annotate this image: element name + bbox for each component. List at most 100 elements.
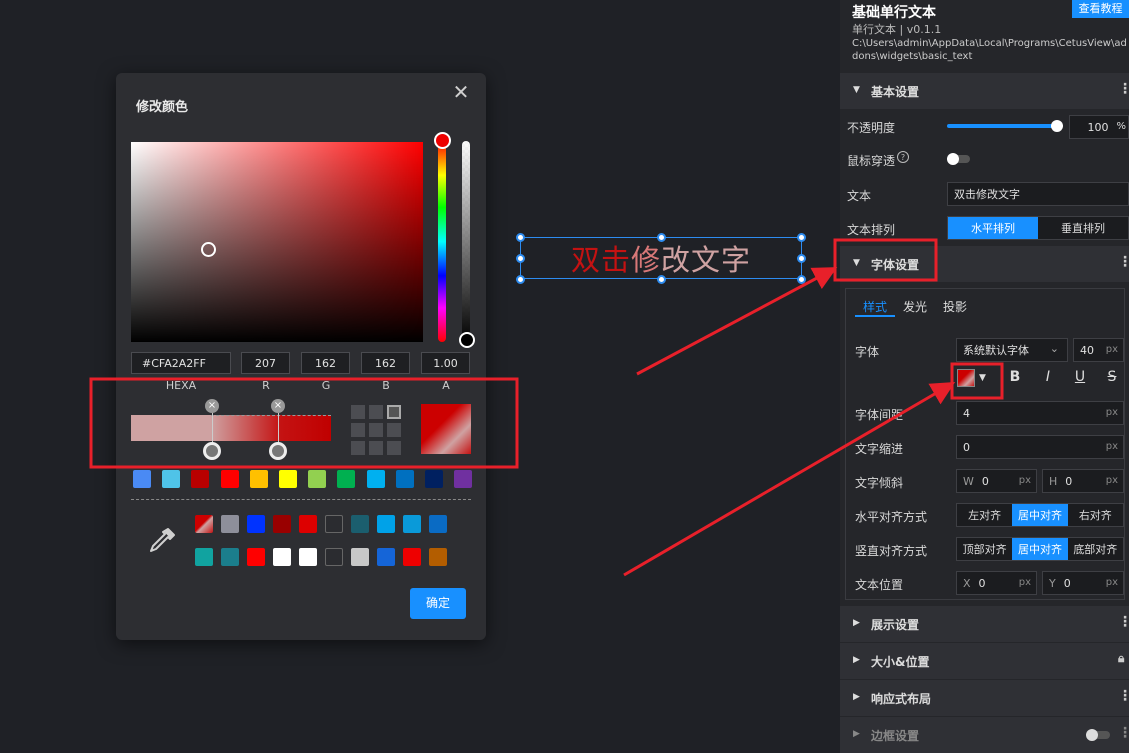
color-swatch[interactable] xyxy=(403,548,421,566)
gradient-direction-cell[interactable] xyxy=(351,405,365,419)
gradient-stop-knob[interactable] xyxy=(203,442,221,460)
color-swatch[interactable] xyxy=(299,515,317,533)
color-swatch[interactable] xyxy=(279,470,297,488)
color-swatch[interactable] xyxy=(429,548,447,566)
more-icon[interactable]: ⋮ xyxy=(1118,614,1129,630)
section-display[interactable]: ▶ 展示设置 ⋮ xyxy=(840,606,1129,642)
g-input[interactable]: 162 xyxy=(301,352,350,374)
a-input[interactable]: 1.00 xyxy=(421,352,470,374)
resize-handle[interactable] xyxy=(516,275,525,284)
resize-handle[interactable] xyxy=(797,275,806,284)
color-swatch[interactable] xyxy=(377,515,395,533)
text-widget[interactable]: 双击修改文字 xyxy=(516,233,806,284)
color-swatch[interactable] xyxy=(162,470,181,488)
resize-handle[interactable] xyxy=(797,233,806,242)
confirm-button[interactable]: 确定 xyxy=(410,588,466,619)
alpha-slider[interactable] xyxy=(462,141,470,342)
section-font[interactable]: ▼ 字体设置 ⋮ xyxy=(840,246,1129,282)
section-responsive[interactable]: ▶ 响应式布局 ⋮ xyxy=(840,680,1129,716)
color-swatch[interactable] xyxy=(395,470,414,488)
eyedropper-icon[interactable] xyxy=(146,525,178,557)
color-swatch[interactable] xyxy=(273,548,291,566)
a-label: A xyxy=(442,379,450,392)
color-swatch[interactable] xyxy=(249,470,268,488)
opacity-slider-knob[interactable] xyxy=(1051,120,1063,132)
color-swatch[interactable] xyxy=(195,548,213,566)
sv-cursor[interactable] xyxy=(201,242,216,257)
more-icon[interactable]: ⋮ xyxy=(1118,725,1129,741)
color-swatch[interactable] xyxy=(337,470,356,488)
b-input[interactable]: 162 xyxy=(361,352,410,374)
section-basic[interactable]: ▼ 基本设置 ⋮ xyxy=(840,73,1129,109)
widget-text-char: 修 xyxy=(630,243,661,277)
gradient-direction-cell[interactable] xyxy=(369,405,383,419)
text-label: 文本 xyxy=(847,189,872,203)
color-swatch[interactable] xyxy=(220,470,239,488)
gradient-direction-cell[interactable] xyxy=(351,441,365,455)
alpha-slider-knob[interactable] xyxy=(459,332,475,348)
gradient-stop-knob[interactable] xyxy=(269,442,287,460)
color-swatch[interactable] xyxy=(133,470,151,488)
arrange-horizontal[interactable]: 水平排列 xyxy=(948,217,1038,239)
more-icon[interactable]: ⋮ xyxy=(1118,254,1129,270)
mouse-through-label: 鼠标穿透 xyxy=(847,154,896,168)
r-input[interactable]: 207 xyxy=(241,352,290,374)
color-swatch[interactable] xyxy=(325,548,343,566)
close-icon[interactable]: ✕ xyxy=(450,81,472,103)
color-swatch[interactable] xyxy=(221,548,239,566)
more-icon[interactable]: ⋮ xyxy=(1118,81,1129,97)
gradient-stop-remove-icon[interactable]: × xyxy=(271,399,285,413)
color-swatch[interactable] xyxy=(273,515,291,533)
gradient-direction-cell[interactable] xyxy=(369,423,383,437)
lock-icon[interactable]: 🔒︎ xyxy=(1118,651,1124,666)
section-label: 展示设置 xyxy=(871,618,920,632)
gradient-direction-cell[interactable] xyxy=(387,423,401,437)
color-swatch[interactable] xyxy=(425,470,443,488)
toggle-knob[interactable] xyxy=(1086,729,1098,741)
gradient-direction-cell[interactable] xyxy=(351,423,365,437)
help-icon[interactable]: ? xyxy=(897,151,909,163)
opacity-slider[interactable] xyxy=(947,124,1059,128)
color-swatch[interactable] xyxy=(351,548,369,566)
palette-divider xyxy=(131,499,471,500)
section-border[interactable]: ▶ 边框设置 ⋮ xyxy=(840,717,1129,753)
color-swatch[interactable] xyxy=(299,548,317,566)
gradient-bar[interactable] xyxy=(131,415,331,441)
color-swatch[interactable] xyxy=(247,548,265,566)
text-input[interactable]: 双击修改文字 xyxy=(947,182,1129,206)
arrange-toggle[interactable]: 水平排列 垂直排列 xyxy=(947,216,1129,240)
hue-slider[interactable] xyxy=(438,141,446,342)
resize-handle[interactable] xyxy=(657,233,666,242)
resize-handle[interactable] xyxy=(797,254,806,263)
color-swatch[interactable] xyxy=(377,548,395,566)
gradient-stop-remove-icon[interactable]: × xyxy=(205,399,219,413)
caret-down-icon: ▼ xyxy=(853,85,860,95)
resize-handle[interactable] xyxy=(516,233,525,242)
gradient-direction-cell[interactable] xyxy=(387,441,401,455)
color-swatch[interactable] xyxy=(191,470,210,488)
toggle-knob[interactable] xyxy=(947,153,959,165)
saturation-value-area[interactable] xyxy=(131,142,423,342)
arrange-vertical[interactable]: 垂直排列 xyxy=(1038,217,1128,239)
resize-handle[interactable] xyxy=(516,254,525,263)
color-swatch[interactable] xyxy=(454,470,473,488)
color-swatch[interactable] xyxy=(403,515,421,533)
color-swatch[interactable] xyxy=(429,515,447,533)
hexa-input[interactable]: #CFA2A2FF xyxy=(131,352,231,374)
widget-path: C:\Users\admin\AppData\Local\Programs\Ce… xyxy=(852,38,1127,62)
color-swatch[interactable] xyxy=(195,515,213,533)
color-swatch[interactable] xyxy=(308,470,327,488)
more-icon[interactable]: ⋮ xyxy=(1118,688,1129,704)
color-swatch[interactable] xyxy=(325,515,343,533)
color-swatch[interactable] xyxy=(351,515,369,533)
section-size-position[interactable]: ▶ 大小&位置 🔒︎ xyxy=(840,643,1129,679)
gradient-direction-cell-selected[interactable] xyxy=(387,405,401,419)
color-swatch[interactable] xyxy=(366,470,385,488)
resize-handle[interactable] xyxy=(657,275,666,284)
color-swatch[interactable] xyxy=(221,515,239,533)
hue-slider-knob[interactable] xyxy=(434,132,451,149)
color-swatch[interactable] xyxy=(247,515,265,533)
opacity-input[interactable]: 100% xyxy=(1069,115,1129,139)
tutorial-button[interactable]: 查看教程 xyxy=(1072,0,1129,18)
gradient-direction-cell[interactable] xyxy=(369,441,383,455)
